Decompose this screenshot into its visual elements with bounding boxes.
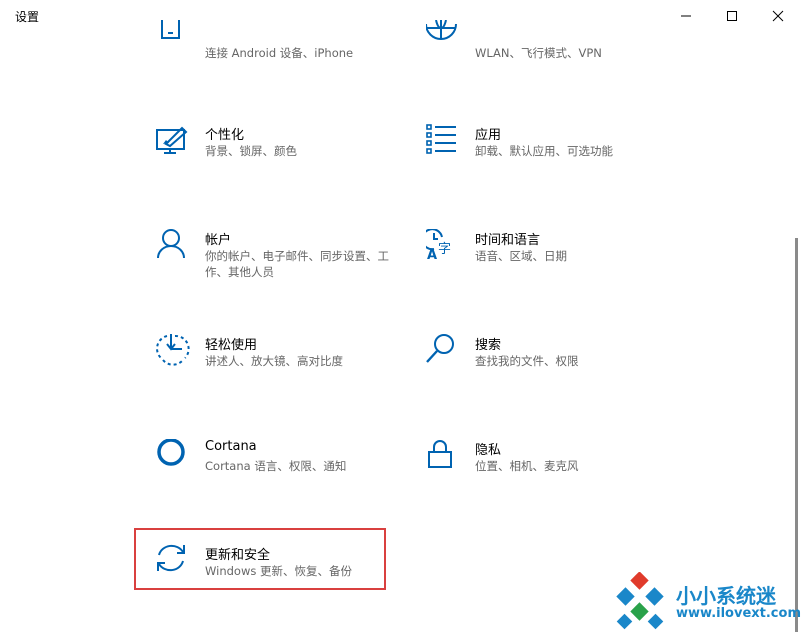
watermark-logo: 小小系统迷 www.ilovext.com [612, 571, 803, 632]
tile-personalization[interactable]: 个性化 背景、锁屏、颜色 [156, 124, 406, 188]
watermark-diamond-icon [616, 571, 664, 630]
account-icon [157, 229, 185, 259]
tile-time-language[interactable]: A 字 时间和语言 语音、区域、日期 [426, 229, 676, 293]
watermark-title: 小小系统迷 [676, 584, 776, 608]
tile-apps[interactable]: 应用 卸载、默认应用、可选功能 [426, 124, 676, 188]
highlight-box [134, 528, 386, 590]
svg-text:A: A [427, 248, 437, 263]
tile-accounts[interactable]: 帐户 你的帐户、电子邮件、同步设置、工作、其他人员 [156, 229, 406, 293]
ease-of-access-icon [156, 334, 190, 366]
tile-ease-of-access[interactable]: 轻松使用 讲述人、放大镜、高对比度 [156, 334, 406, 398]
tile-cortana[interactable]: Cortana Cortana 语言、权限、通知 [156, 439, 406, 503]
search-icon [426, 334, 454, 363]
close-button[interactable] [755, 0, 801, 32]
minimize-icon [681, 15, 691, 17]
tile-phone[interactable]: 连接 Android 设备、iPhone [156, 20, 406, 90]
svg-text:字: 字 [438, 242, 451, 257]
cortana-icon [157, 439, 185, 466]
apps-icon [426, 124, 456, 154]
maximize-button[interactable] [709, 0, 755, 32]
maximize-icon [727, 11, 737, 21]
watermark-url: www.ilovext.com [676, 606, 801, 621]
globe-icon [426, 20, 457, 40]
close-icon [772, 10, 784, 22]
tile-network[interactable]: WLAN、飞行模式、VPN [426, 20, 676, 90]
tile-privacy[interactable]: 隐私 位置、相机、麦克风 [426, 439, 676, 503]
time-language-icon: A 字 [426, 229, 451, 263]
window-title: 设置 [15, 10, 40, 24]
phone-icon [161, 20, 180, 39]
personalization-icon [156, 126, 188, 154]
lock-icon [428, 440, 452, 468]
tile-search[interactable]: 搜索 查找我的文件、权限 [426, 334, 676, 398]
